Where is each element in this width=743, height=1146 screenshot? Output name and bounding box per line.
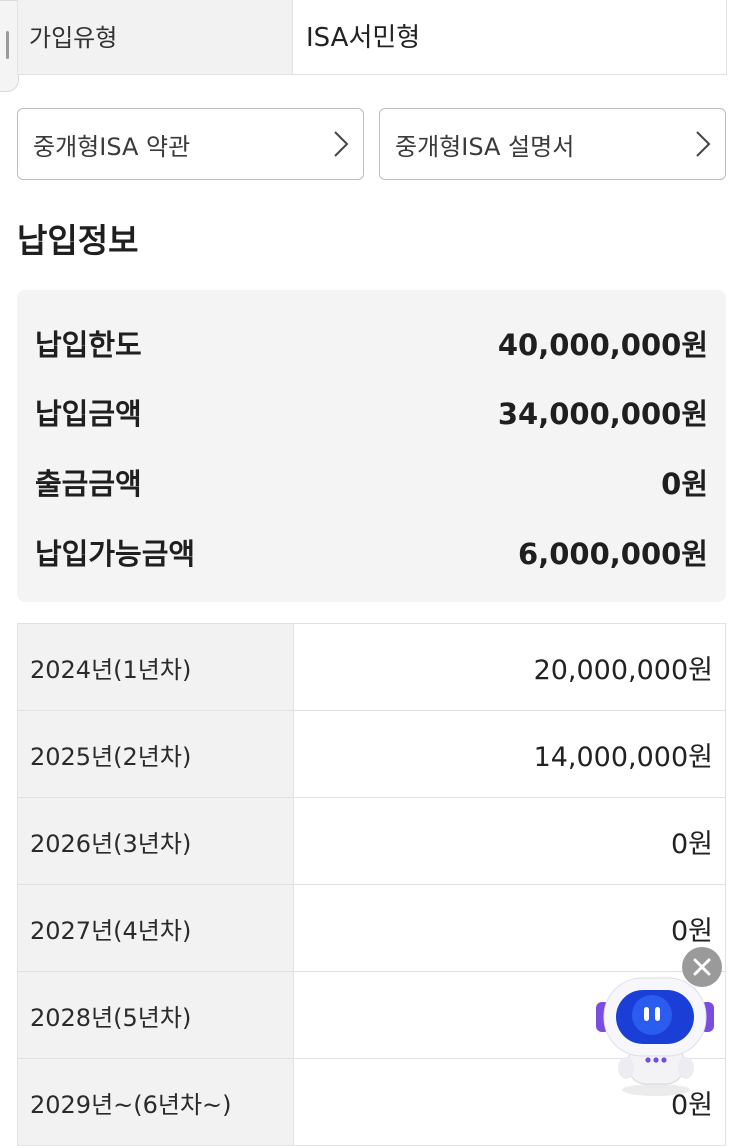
summary-row-paid: 납입금액 34,000,000원 <box>35 390 708 434</box>
manual-button[interactable]: 중개형ISA 설명서 <box>379 108 726 180</box>
year-cell: 2028년(5년차) <box>18 972 294 1058</box>
year-cell: 2029년~(6년차~) <box>18 1059 294 1145</box>
table-row: 2025년(2년차) 14,000,000원 <box>18 711 725 798</box>
amount-cell: 20,000,000원 <box>533 654 713 686</box>
summary-value: 0원 <box>661 467 708 501</box>
amount-cell: 0원 <box>670 915 713 947</box>
chevron-right-icon <box>696 131 711 157</box>
summary-row-available: 납입가능금액 6,000,000원 <box>35 530 708 574</box>
payment-info-title: 납입정보 <box>17 221 139 260</box>
summary-value: 34,000,000원 <box>497 397 708 431</box>
summary-row-withdrawn: 출금금액 0원 <box>35 460 708 504</box>
year-cell: 2027년(4년차) <box>18 885 294 971</box>
table-row: 2026년(3년차) 0원 <box>18 798 725 885</box>
summary-label: 납입한도 <box>35 328 142 362</box>
amount-cell: 0원 <box>670 828 713 860</box>
summary-value: 6,000,000원 <box>518 537 708 571</box>
summary-label: 납입가능금액 <box>35 537 196 571</box>
join-type-row: 가입유형 ISA서민형 <box>17 0 727 75</box>
summary-label: 납입금액 <box>35 397 142 431</box>
summary-row-limit: 납입한도 40,000,000원 <box>35 321 708 365</box>
summary-value: 40,000,000원 <box>497 328 708 362</box>
terms-button-label: 중개형ISA 약관 <box>33 132 191 161</box>
table-row: 2027년(4년차) 0원 <box>18 885 725 972</box>
amount-cell: 14,000,000원 <box>533 741 713 773</box>
year-cell: 2025년(2년차) <box>18 711 294 797</box>
terms-button[interactable]: 중개형ISA 약관 <box>17 108 364 180</box>
year-cell: 2024년(1년차) <box>18 624 294 710</box>
join-type-label: 가입유형 <box>18 0 293 74</box>
manual-button-label: 중개형ISA 설명서 <box>395 132 575 161</box>
payment-summary: 납입한도 40,000,000원 납입금액 34,000,000원 출금금액 0… <box>17 290 726 602</box>
table-row: 2024년(1년차) 20,000,000원 <box>18 624 725 711</box>
summary-label: 출금금액 <box>35 467 142 501</box>
robot-chatbot-icon <box>596 977 714 1096</box>
join-type-value: ISA서민형 <box>306 22 421 53</box>
year-cell: 2026년(3년차) <box>18 798 294 884</box>
chatbot-button[interactable] <box>592 972 718 1098</box>
chevron-right-icon <box>334 131 349 157</box>
